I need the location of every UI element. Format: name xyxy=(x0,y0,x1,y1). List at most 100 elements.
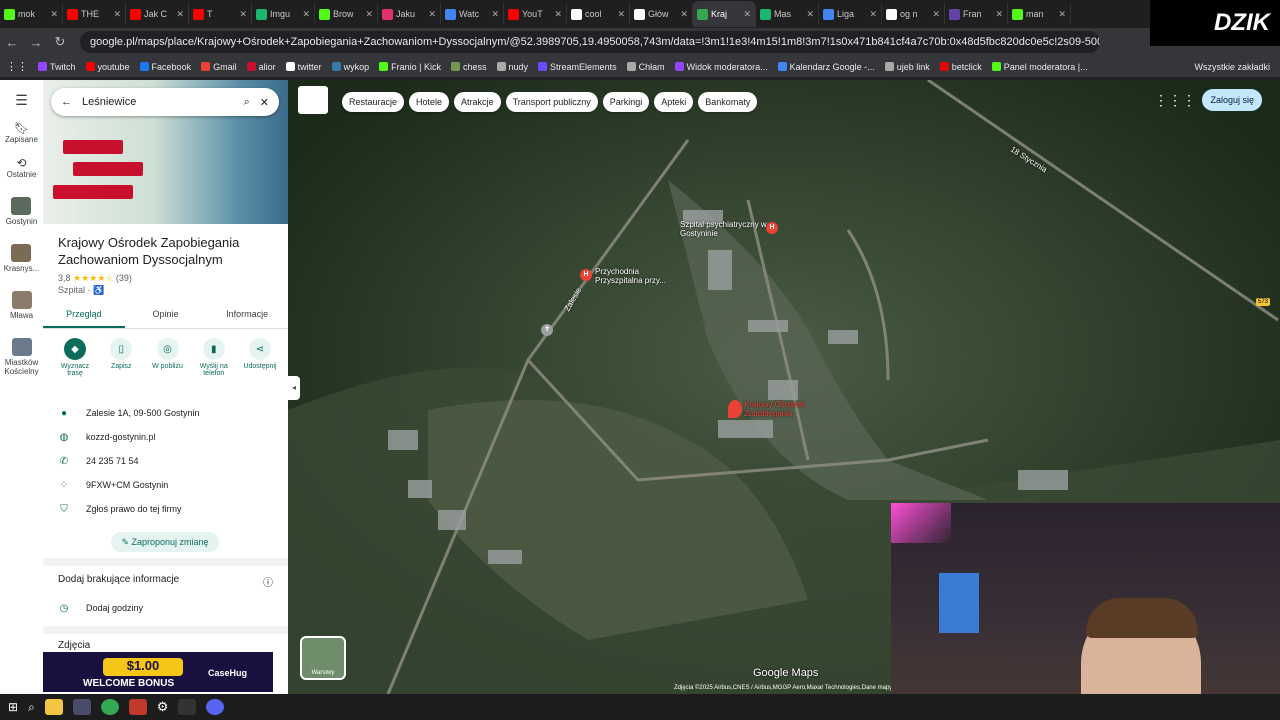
close-tab-icon[interactable]: ✕ xyxy=(302,9,310,20)
login-button[interactable]: Zaloguj się xyxy=(1202,89,1262,111)
bookmark-item[interactable]: nudy xyxy=(496,62,528,72)
bookmark-item[interactable]: Panel moderatora |... xyxy=(991,62,1088,72)
browser-tab[interactable]: YouT ✕ xyxy=(504,3,567,25)
selected-place-pin[interactable] xyxy=(728,400,742,418)
bookmark-item[interactable]: Facebook xyxy=(139,62,191,72)
bookmark-item[interactable]: Kalendarz Google -... xyxy=(777,62,875,72)
browser-tab[interactable]: man ✕ xyxy=(1008,3,1071,25)
recent-button[interactable]: ⟲ Ostatnie xyxy=(7,156,37,179)
close-tab-icon[interactable]: ✕ xyxy=(743,9,751,20)
bookmark-item[interactable]: Widok moderatora... xyxy=(674,62,768,72)
close-tab-icon[interactable]: ✕ xyxy=(680,9,688,20)
close-tab-icon[interactable]: ✕ xyxy=(1058,9,1066,20)
bookmark-item[interactable]: twitter xyxy=(285,62,322,72)
browser-tab[interactable]: Kraj ✕ xyxy=(693,1,756,27)
category-chip[interactable]: Atrakcje xyxy=(454,92,501,112)
close-tab-icon[interactable]: ✕ xyxy=(617,9,625,20)
saved-button[interactable]: 🔖︎ Zapisane xyxy=(5,121,38,144)
close-tab-icon[interactable]: ✕ xyxy=(365,9,373,20)
epic-games-icon[interactable] xyxy=(178,699,197,715)
forward-icon[interactable]: → xyxy=(24,35,48,50)
recent-place-miastkow[interactable]: Miastków Kościelny xyxy=(0,332,43,376)
settings-icon[interactable]: ⚙ xyxy=(157,699,169,715)
category-chip[interactable]: Parkingi xyxy=(602,92,650,112)
search-icon[interactable]: ⌕ xyxy=(28,700,35,715)
nearby-button[interactable]: ◎ W pobliżu xyxy=(148,338,188,377)
category-chip[interactable]: Apteki xyxy=(654,92,694,112)
bookmark-item[interactable]: alior xyxy=(246,62,276,72)
browser-tab[interactable]: mok ✕ xyxy=(0,3,63,25)
file-explorer-icon[interactable] xyxy=(44,699,63,715)
recent-place-mlawa[interactable]: Mława xyxy=(10,285,33,320)
category-chip[interactable]: Transport publiczny xyxy=(505,92,598,112)
address-bar[interactable]: google.pl/maps/place/Krajowy+Ośrodek+Zap… xyxy=(80,31,1100,53)
apps-icon[interactable]: ⋮⋮ xyxy=(6,60,28,73)
rating-row[interactable]: 3,8 ★★★★☆ (39) xyxy=(58,273,132,284)
add-hours-row[interactable]: ◷ Dodaj godziny xyxy=(58,598,278,618)
browser-tab[interactable]: THE ✕ xyxy=(63,3,126,25)
all-bookmarks[interactable]: Wszystkie zakładki xyxy=(1194,62,1280,72)
app-icon[interactable] xyxy=(128,699,147,715)
bookmark-item[interactable]: ujeb link xyxy=(884,62,930,72)
browser-tab[interactable]: Jak C ✕ xyxy=(126,3,189,25)
claim-row[interactable]: ⛉ Zgłoś prawo do tej firmy xyxy=(58,499,278,519)
suggest-edit-button[interactable]: ✎ Zaproponuj zmianę xyxy=(111,532,219,552)
category-chip[interactable]: Restauracje xyxy=(342,92,405,112)
bookmark-item[interactable]: Chłam xyxy=(626,62,665,72)
help-icon[interactable]: ⓘ xyxy=(263,574,273,589)
website-row[interactable]: ◍ kozzd-gostynin.pl xyxy=(58,427,278,447)
recent-place-krasnys[interactable]: Krasnys... xyxy=(4,238,39,273)
close-tab-icon[interactable]: ✕ xyxy=(428,9,436,20)
recent-place-gostynin[interactable]: Gostynin xyxy=(6,191,37,226)
bookmark-item[interactable]: Franio | Kick xyxy=(379,62,441,72)
close-tab-icon[interactable]: ✕ xyxy=(113,9,121,20)
bookmark-item[interactable]: betclick xyxy=(939,62,982,72)
save-button[interactable]: ▯ Zapisz xyxy=(101,338,141,377)
close-tab-icon[interactable]: ✕ xyxy=(50,9,58,20)
search-icon[interactable]: ⌕ xyxy=(244,96,250,109)
close-icon[interactable]: ✕ xyxy=(260,96,269,109)
bookmark-item[interactable]: Twitch xyxy=(38,62,76,72)
category-chip[interactable]: Bankomaty xyxy=(698,92,758,112)
close-tab-icon[interactable]: ✕ xyxy=(806,9,814,20)
back-arrow-icon[interactable]: ← xyxy=(61,96,72,108)
bookmark-item[interactable]: youtube xyxy=(85,62,130,72)
close-tab-icon[interactable]: ✕ xyxy=(869,9,877,20)
browser-tab[interactable]: Mas ✕ xyxy=(756,3,819,25)
discord-icon[interactable] xyxy=(206,699,225,715)
close-tab-icon[interactable]: ✕ xyxy=(995,9,1003,20)
bookmark-item[interactable]: StreamElements xyxy=(538,62,617,72)
send-to-phone-button[interactable]: ▮ Wyślij na telefon xyxy=(194,338,234,377)
browser-tab[interactable]: Liga ✕ xyxy=(819,3,882,25)
bookmark-item[interactable]: wykop xyxy=(331,62,369,72)
clinic-pin[interactable]: H xyxy=(580,269,592,281)
share-button[interactable]: ⋖ Udostępnij xyxy=(240,338,280,377)
plus-code-row[interactable]: ⁘ 9FXW+CM Gostynin xyxy=(58,475,278,495)
close-tab-icon[interactable]: ✕ xyxy=(554,9,562,20)
casehug-ad-banner[interactable]: $1.00 WELCOME BONUS CaseHug xyxy=(43,652,273,692)
app-icon[interactable] xyxy=(72,699,91,715)
browser-tab[interactable]: Imgu ✕ xyxy=(252,3,315,25)
search-box[interactable]: ← Leśniewice ⌕ ✕ xyxy=(51,88,279,116)
browser-tab[interactable]: Watc ✕ xyxy=(441,3,504,25)
phone-row[interactable]: ✆ 24 235 71 54 xyxy=(58,451,278,471)
bookmark-item[interactable]: Gmail xyxy=(201,62,237,72)
browser-tab[interactable]: T ✕ xyxy=(189,3,252,25)
browser-tab[interactable]: Jaku ✕ xyxy=(378,3,441,25)
tab-reviews[interactable]: Opinie xyxy=(125,303,207,328)
layers-toggle[interactable] xyxy=(298,86,328,114)
browser-tab[interactable]: Fran ✕ xyxy=(945,3,1008,25)
close-tab-icon[interactable]: ✕ xyxy=(932,9,940,20)
close-tab-icon[interactable]: ✕ xyxy=(176,9,184,20)
bookmark-item[interactable]: chess xyxy=(451,62,487,72)
close-tab-icon[interactable]: ✕ xyxy=(239,9,247,20)
browser-tab[interactable]: Głów ✕ xyxy=(630,3,693,25)
close-tab-icon[interactable]: ✕ xyxy=(491,9,499,20)
apps-grid-icon[interactable]: ⋮⋮⋮ xyxy=(1154,92,1196,109)
cemetery-pin[interactable]: ✝ xyxy=(541,324,553,336)
reload-icon[interactable]: ↻ xyxy=(48,34,72,50)
category-chip[interactable]: Hotele xyxy=(409,92,450,112)
tab-info[interactable]: Informacje xyxy=(206,303,288,328)
browser-tab[interactable]: Brow ✕ xyxy=(315,3,378,25)
tab-overview[interactable]: Przegląd xyxy=(43,303,125,328)
